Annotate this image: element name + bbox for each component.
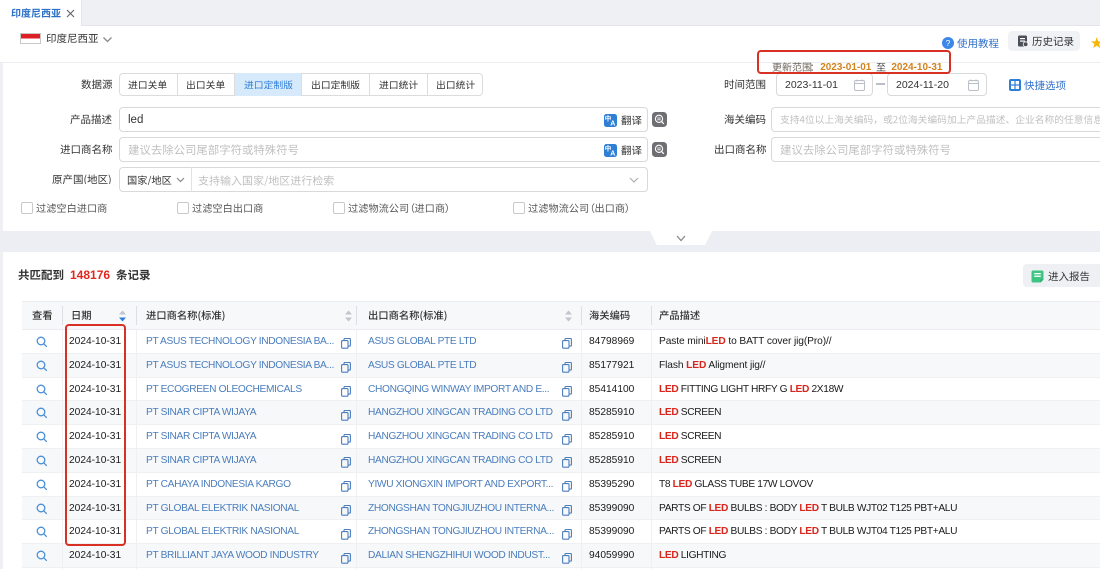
svg-text:A: A (610, 150, 615, 157)
svg-text:A: A (610, 120, 615, 127)
svg-text:?: ? (946, 38, 951, 48)
